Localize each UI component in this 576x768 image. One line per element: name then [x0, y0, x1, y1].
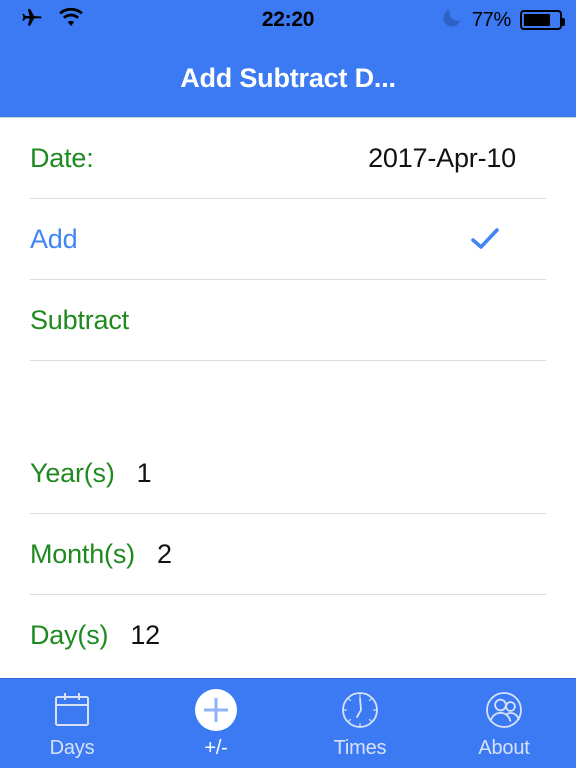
mode-option-add-label: Add — [30, 223, 78, 254]
battery-percent-label: 77% — [471, 8, 511, 31]
tab-times[interactable]: Times — [288, 679, 432, 768]
status-bar: 22:20 77% — [0, 0, 576, 40]
mode-option-subtract[interactable]: Subtract — [0, 280, 576, 360]
do-not-disturb-moon-icon — [441, 7, 463, 34]
tab-plus-minus[interactable]: +/- — [144, 679, 288, 768]
date-label: Date: — [30, 142, 94, 173]
tab-days-label: Days — [49, 737, 95, 759]
mode-option-add[interactable]: Add — [0, 199, 576, 279]
tab-bar: Days +/- Times About — [0, 678, 576, 768]
years-label: Year(s) — [30, 457, 115, 488]
days-label: Day(s) — [30, 619, 109, 650]
checkmark-icon — [470, 224, 500, 254]
years-row[interactable]: Year(s) 1 — [0, 433, 576, 513]
months-row[interactable]: Month(s) 2 — [0, 514, 576, 594]
main-content: Date: 2017-Apr-10 Add Subtract Year(s) 1… — [0, 118, 576, 678]
tab-about-label: About — [478, 737, 530, 759]
app-root: 22:20 77% Add Subtract D... Date: 2017-A… — [0, 0, 576, 768]
mode-option-subtract-label: Subtract — [30, 304, 129, 335]
months-value[interactable]: 2 — [157, 539, 172, 570]
battery-icon — [520, 10, 565, 30]
status-bar-right: 77% — [441, 0, 565, 40]
days-row[interactable]: Day(s) 12 — [0, 595, 576, 675]
calendar-icon — [51, 687, 93, 733]
tab-plus-minus-label: +/- — [204, 737, 228, 759]
years-value[interactable]: 1 — [137, 458, 152, 489]
clock-icon — [338, 687, 382, 733]
months-label: Month(s) — [30, 538, 135, 569]
tab-times-label: Times — [333, 737, 387, 759]
tab-about[interactable]: About — [432, 679, 576, 768]
date-value[interactable]: 2017-Apr-10 — [368, 143, 546, 174]
date-row[interactable]: Date: 2017-Apr-10 — [0, 118, 576, 198]
page-title: Add Subtract D... — [180, 63, 396, 93]
nav-bar: Add Subtract D... — [0, 40, 576, 118]
people-icon — [482, 687, 526, 733]
days-value[interactable]: 12 — [130, 620, 160, 651]
plus-circle-icon — [193, 687, 239, 733]
status-bar-clock: 22:20 — [261, 8, 315, 31]
tab-days[interactable]: Days — [0, 679, 144, 768]
